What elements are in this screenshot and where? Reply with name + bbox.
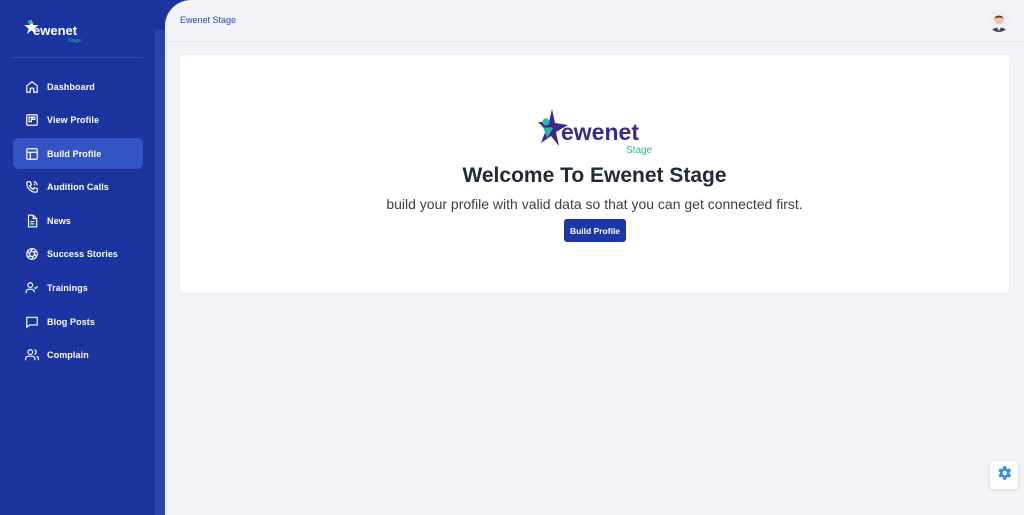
phone-icon — [24, 179, 40, 195]
settings-button[interactable] — [990, 461, 1018, 489]
hero-brand-sub: Stage — [626, 145, 653, 156]
build-profile-button[interactable]: Build Profile — [564, 219, 626, 242]
profile-card-icon — [24, 112, 40, 128]
sidebar-item-label: Blog Posts — [47, 316, 96, 327]
chat-icon — [24, 314, 40, 330]
home-icon — [24, 79, 40, 95]
welcome-card: ewenet Stage Welcome To Ewenet Stage bui… — [180, 55, 1009, 293]
sidebar-brand-sub: Stage — [68, 38, 81, 44]
sidebar-brand-text: ewenet — [33, 23, 78, 38]
sidebar-item-build-profile[interactable]: Build Profile — [13, 138, 143, 170]
sidebar-item-label: Trainings — [47, 283, 88, 294]
welcome-title: Welcome To Ewenet Stage — [462, 164, 727, 187]
sidebar-logo[interactable]: ewenet Stage — [24, 16, 94, 46]
sidebar-item-success-stories[interactable]: Success Stories — [13, 239, 143, 270]
layout-icon — [24, 146, 40, 162]
main-content: Ewenet Stage ewenet Stage Welcome To Ewe… — [165, 0, 1024, 515]
sidebar-item-news[interactable]: News — [13, 205, 143, 236]
sidebar-item-complain[interactable]: Complain — [13, 340, 143, 371]
sidebar-edge — [155, 30, 165, 515]
sidebar-item-label: News — [47, 215, 71, 226]
users-icon — [24, 347, 40, 363]
welcome-subtitle: build your profile with valid data so th… — [386, 196, 803, 212]
aperture-icon — [24, 246, 40, 262]
sidebar-item-label: Success Stories — [47, 249, 119, 260]
document-icon — [24, 213, 40, 229]
breadcrumb[interactable]: Ewenet Stage — [180, 15, 236, 25]
sidebar-item-label: Audition Calls — [47, 182, 109, 193]
sidebar-item-label: Complain — [47, 350, 89, 361]
sidebar-item-label: Dashboard — [47, 81, 95, 92]
sidebar: ewenet Stage Dashboard View Profile Buil… — [0, 0, 165, 515]
ewenet-logo: ewenet Stage — [538, 105, 663, 157]
gear-icon — [995, 464, 1013, 487]
user-check-icon — [24, 280, 40, 296]
sidebar-item-label: Build Profile — [47, 148, 102, 159]
sidebar-item-dashboard[interactable]: Dashboard — [13, 71, 143, 102]
sidebar-item-trainings[interactable]: Trainings — [13, 273, 143, 304]
sidebar-item-audition-calls[interactable]: Audition Calls — [13, 172, 143, 203]
sidebar-nav: Dashboard View Profile Build Profile Aud… — [13, 71, 143, 373]
sidebar-item-blog-posts[interactable]: Blog Posts — [13, 306, 143, 337]
top-bar: Ewenet Stage — [165, 0, 1024, 42]
sidebar-item-view-profile[interactable]: View Profile — [13, 105, 143, 136]
hero-brand-text: ewenet — [561, 119, 639, 145]
sidebar-divider — [12, 57, 143, 58]
sidebar-item-label: View Profile — [47, 115, 100, 126]
avatar[interactable] — [988, 10, 1010, 32]
